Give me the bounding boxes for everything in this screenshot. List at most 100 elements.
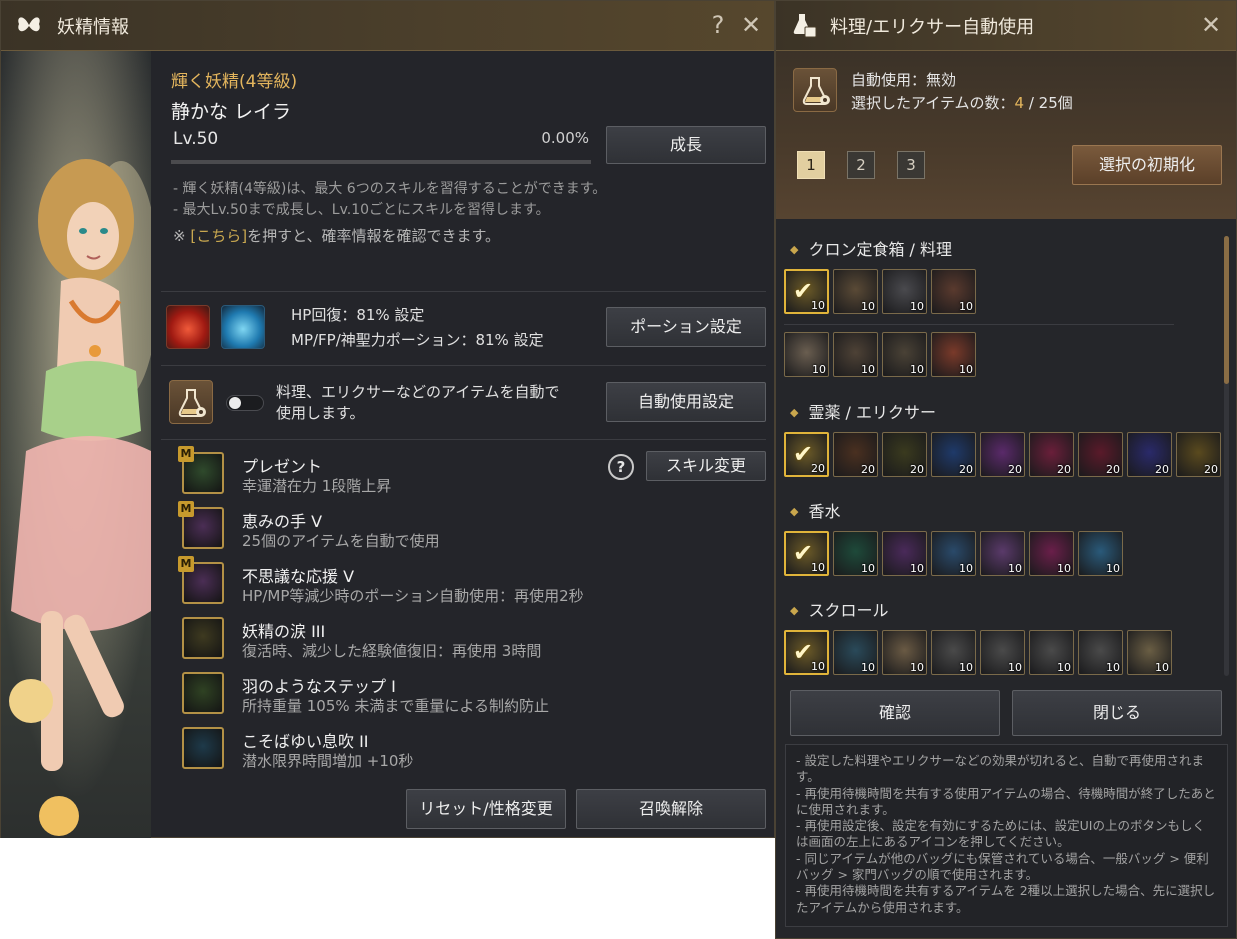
skill-help-mark: ? [616,458,626,476]
item-slot[interactable]: 10 [784,332,829,377]
item-slot[interactable]: 10 [931,531,976,576]
item-quantity: 10 [959,562,973,575]
item-slot[interactable]: 20 [1127,432,1172,477]
selected-count-value: 4 [1014,94,1025,112]
skill-description: 25個のアイテムを自動で使用 [242,532,440,550]
skill-change-button[interactable]: スキル変更 [646,451,766,481]
fairy-title-bar[interactable]: 妖精情報 ? ✕ [1,1,774,51]
master-badge: M [178,501,194,517]
page-button-2[interactable]: 2 [847,151,875,179]
item-slot[interactable]: 10 [931,630,976,675]
page-button-3[interactable]: 3 [897,151,925,179]
item-slot[interactable]: 10 [833,531,878,576]
section-divider [161,291,766,292]
item-slot[interactable]: 10 [882,332,927,377]
item-slot[interactable]: 20 [882,432,927,477]
page-button-1[interactable]: 1 [797,151,825,179]
selected-count-total: / 25個 [1024,94,1073,112]
help-icon[interactable]: ? [704,10,732,40]
auto-use-toggle[interactable] [226,395,264,411]
flask-gear-icon [178,389,206,417]
grow-button[interactable]: 成長 [606,126,766,164]
item-slot[interactable]: 20 [1176,432,1221,477]
item-quantity: 10 [1057,661,1071,674]
item-slot[interactable]: 10 [1078,531,1123,576]
selected-count-line: 選択したアイテムの数：4 / 25個 [851,92,1073,113]
item-slot[interactable]: 20 [931,432,976,477]
reset-personality-button[interactable]: リセット/性格変更 [406,789,566,829]
item-slot[interactable]: 10 [882,531,927,576]
skill-help-icon[interactable]: ? [608,454,634,480]
master-badge: M [178,556,194,572]
item-slot[interactable]: ✔ 10 [784,269,829,314]
auto-use-settings-button[interactable]: 自動使用設定 [606,382,766,422]
item-slot[interactable]: 10 [1127,630,1172,675]
confirm-button[interactable]: 確認 [790,690,1000,736]
description-line-1: - 輝く妖精(4等級)は、最大 6つのスキルを習得することができます。 [173,181,607,197]
mp-setting-text: MP/FP/神聖力ポーション：81% 設定 [291,331,544,349]
item-quantity: 10 [1106,661,1120,674]
note-line: - 再使用設定後、設定を有効にするためには、設定UIの上のボタンもしくは画面の左… [796,818,1205,850]
item-slot[interactable]: 10 [882,630,927,675]
category-perfume: ◆ 香水 [790,498,840,522]
item-quantity: 20 [1057,463,1071,476]
item-quantity: 20 [1204,463,1218,476]
item-quantity: 10 [812,363,826,376]
fairy-info-window: 妖精情報 ? ✕ 輝く妖精(4等級) 静かな レイラ Lv.50 0.00% 成… [0,0,775,838]
item-slot[interactable]: 10 [833,332,878,377]
auto-status-icon [793,68,837,112]
dismiss-summon-button[interactable]: 召喚解除 [576,789,766,829]
item-slot[interactable]: 10 [833,630,878,675]
probability-note-suffix: を押すと、確率情報を確認できます。 [247,227,500,245]
fairy-window-title: 妖精情報 [57,17,129,38]
category-scroll: ◆ スクロール [790,597,888,621]
item-quantity: 10 [811,299,825,312]
scrollbar-thumb[interactable] [1224,236,1229,384]
category-elixir: ◆ 霊薬 / エリクサー [790,399,936,423]
item-slot[interactable]: 20 [1029,432,1074,477]
item-quantity: 10 [1057,562,1071,575]
item-quantity: 10 [910,562,924,575]
fairy-character-image [1,51,151,838]
item-slot[interactable]: 20 [980,432,1025,477]
close-button[interactable]: 閉じる [1012,690,1222,736]
auto-title-bar[interactable]: 料理/エリクサー自動使用 ✕ [776,1,1236,51]
item-slot[interactable]: 10 [980,630,1025,675]
close-icon[interactable]: ✕ [737,10,765,40]
item-list-scrollbar[interactable] [1224,236,1229,676]
probability-link[interactable]: [こちら] [190,227,247,245]
potion-settings-button[interactable]: ポーション設定 [606,307,766,347]
item-slot[interactable]: ✔ 10 [784,531,829,576]
weight-arrow-icon[interactable] [182,672,224,714]
item-slot[interactable]: 10 [1029,630,1074,675]
item-quantity: 20 [1155,463,1169,476]
category-divider [784,324,1174,325]
fairy-level: Lv.50 [173,129,219,149]
close-icon[interactable]: ✕ [1197,10,1225,40]
item-quantity: 20 [861,463,875,476]
winged-vial-icon[interactable] [182,617,224,659]
hp-potion-icon [166,305,210,349]
auto-use-icon[interactable] [169,380,213,424]
toggle-knob [229,397,241,409]
item-quantity: 10 [811,660,825,673]
item-slot[interactable]: 10 [931,269,976,314]
item-quantity: 10 [959,300,973,313]
item-slot[interactable]: 20 [833,432,878,477]
note-line: - 設定した料理やエリクサーなどの効果が切れると、自動で再使用されます。 [796,753,1204,785]
item-slot[interactable]: ✔ 10 [784,630,829,675]
bubble-timer-icon[interactable] [182,727,224,769]
probability-note: ※ [こちら]を押すと、確率情報を確認できます。 [173,225,500,246]
item-slot[interactable]: ✔ 20 [784,432,829,477]
section-divider [161,365,766,366]
item-slot[interactable]: 10 [980,531,1025,576]
reset-selection-button[interactable]: 選択の初期化 [1072,145,1222,185]
item-slot[interactable]: 10 [1029,531,1074,576]
item-slot[interactable]: 10 [833,269,878,314]
item-quantity: 10 [910,300,924,313]
item-slot[interactable]: 10 [931,332,976,377]
item-slot[interactable]: 10 [1078,630,1123,675]
item-slot[interactable]: 10 [882,269,927,314]
item-slot[interactable]: 20 [1078,432,1123,477]
skill-description: HP/MP等減少時のポーション自動使用：再使用2秒 [242,587,584,605]
